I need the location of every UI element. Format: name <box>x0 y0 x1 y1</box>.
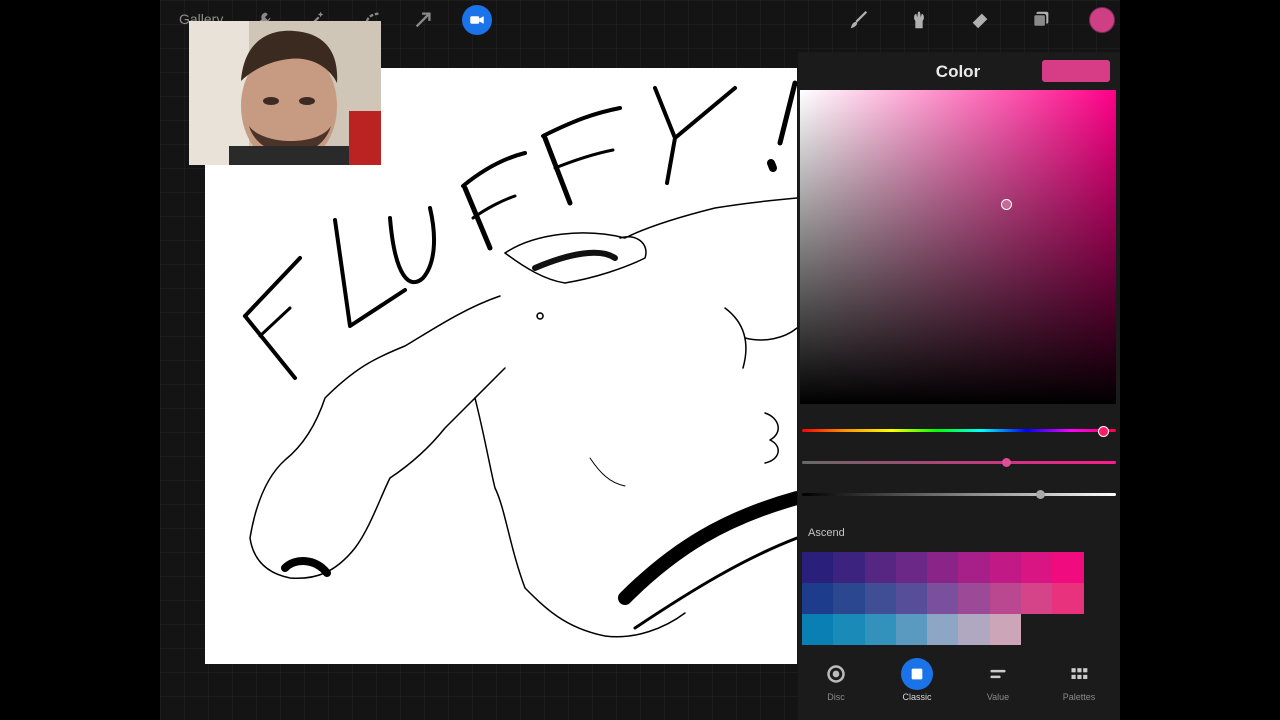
palette-swatch[interactable] <box>895 552 928 583</box>
current-color-button[interactable] <box>1089 7 1115 33</box>
color-picker-handle[interactable] <box>1001 199 1012 210</box>
brush-icon[interactable] <box>845 6 873 34</box>
mode-classic[interactable]: Classic <box>882 658 952 702</box>
palette-swatch[interactable] <box>833 614 865 645</box>
palette-row <box>802 552 1122 583</box>
transform-arrow-icon[interactable] <box>409 6 437 34</box>
palette-swatch[interactable] <box>989 583 1022 614</box>
smudge-icon[interactable] <box>905 6 933 34</box>
mode-disc[interactable]: Disc <box>801 662 871 702</box>
mode-value[interactable]: Value <box>963 662 1033 702</box>
palette-swatch[interactable] <box>927 583 959 614</box>
saturation-brightness-field[interactable] <box>800 90 1116 404</box>
palette-row <box>802 583 1122 614</box>
mode-value-label: Value <box>986 692 1010 702</box>
hue-slider[interactable] <box>802 426 1116 437</box>
palette-swatch[interactable] <box>833 552 865 583</box>
disc-icon <box>824 662 848 686</box>
palette-name: Ascend <box>808 527 845 539</box>
brightness-slider-knob[interactable] <box>1036 490 1045 499</box>
palette-swatch[interactable] <box>1052 583 1084 614</box>
classic-square-icon <box>901 658 933 690</box>
palette-swatch[interactable] <box>833 583 865 614</box>
palette-swatch[interactable] <box>864 583 896 614</box>
palette-swatch[interactable] <box>895 583 928 614</box>
palettes-grid-icon <box>1067 662 1091 686</box>
palette-swatch[interactable] <box>864 614 896 645</box>
palette-swatch[interactable] <box>864 552 896 583</box>
video-camera-icon[interactable] <box>462 5 492 35</box>
palette-swatch[interactable] <box>1021 552 1053 583</box>
palette-swatch[interactable] <box>802 583 834 614</box>
saturation-slider-knob[interactable] <box>1002 458 1011 467</box>
palette-swatch[interactable] <box>958 614 990 645</box>
webcam-overlay <box>189 21 381 165</box>
value-sliders-icon <box>986 662 1010 686</box>
palette-swatch[interactable] <box>927 614 959 645</box>
mode-palettes-label: Palettes <box>1062 692 1096 702</box>
color-mode-bar: Disc Classic Value Palettes <box>798 658 1120 720</box>
mode-disc-label: Disc <box>827 692 845 702</box>
palette-swatch[interactable] <box>958 552 990 583</box>
mode-classic-label: Classic <box>902 692 932 702</box>
webcam-person-image <box>189 21 381 165</box>
palette-grid <box>802 552 1122 645</box>
palette-swatch[interactable] <box>989 552 1022 583</box>
palette-swatch[interactable] <box>1021 583 1053 614</box>
eraser-icon[interactable] <box>966 6 994 34</box>
palette-swatch[interactable] <box>802 552 834 583</box>
palette-swatch[interactable] <box>895 614 928 645</box>
mode-palettes[interactable]: Palettes <box>1044 662 1114 702</box>
current-color-swatch[interactable] <box>1042 60 1110 82</box>
palette-row <box>802 614 1122 645</box>
color-panel: Color Ascend Disc Classic Value Palettes <box>798 52 1120 720</box>
palette-swatch[interactable] <box>1052 552 1084 583</box>
palette-swatch[interactable] <box>802 614 834 645</box>
saturation-slider[interactable] <box>802 458 1116 467</box>
brightness-slider[interactable] <box>802 490 1116 499</box>
hue-slider-knob[interactable] <box>1098 426 1109 437</box>
layers-icon[interactable] <box>1027 6 1055 34</box>
palette-swatch[interactable] <box>958 583 990 614</box>
palette-swatch[interactable] <box>927 552 959 583</box>
palette-swatch[interactable] <box>989 614 1022 645</box>
